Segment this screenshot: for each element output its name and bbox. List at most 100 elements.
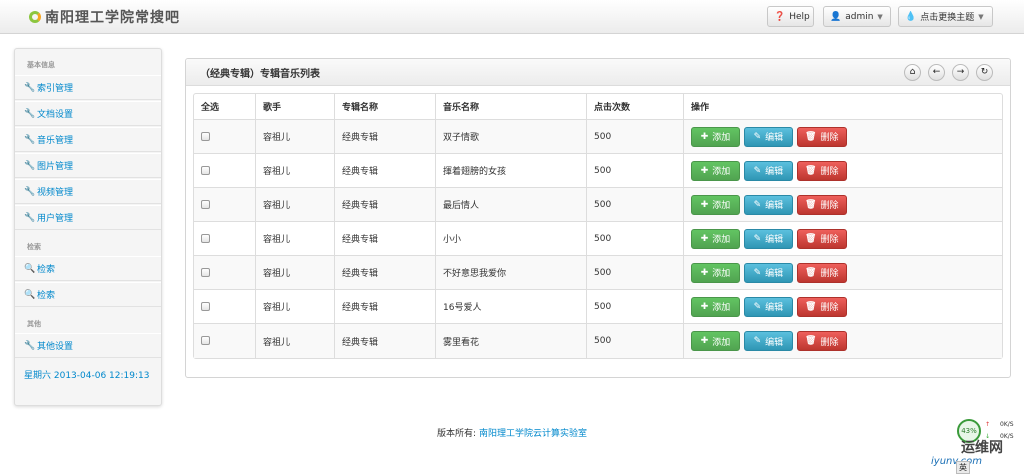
arrow-right-icon[interactable]: → [952, 64, 969, 81]
sidebar-item-label: 其他设置 [37, 342, 74, 352]
delete-button[interactable]: 🗑 删除 [796, 228, 847, 249]
col-singer: 歌手 [256, 94, 335, 120]
row-select-cell [194, 290, 256, 324]
col-actions: 操作 [684, 94, 1002, 120]
ime-indicator[interactable]: 英 [956, 461, 970, 474]
singer-cell: 容祖儿 [256, 188, 335, 222]
edit-button[interactable]: ✎ 编辑 [743, 262, 793, 283]
sidebar-item-label: 用户管理 [37, 214, 74, 224]
add-label: 添加 [712, 269, 731, 279]
footer-link[interactable]: 南阳理工学院云计算实验室 [479, 429, 587, 439]
delete-label: 删除 [820, 303, 839, 313]
clicks-cell: 500 [587, 222, 684, 256]
user-menu-button[interactable]: 👤 admin ▼ [823, 6, 891, 27]
delete-label: 删除 [820, 133, 839, 143]
trash-icon: 🗑 [805, 233, 817, 244]
plus-icon: ✚ [700, 165, 709, 176]
delete-button[interactable]: 🗑 删除 [796, 126, 847, 147]
singer-cell: 容祖儿 [256, 256, 335, 290]
trash-icon: 🗑 [805, 199, 817, 210]
clicks-cell: 500 [587, 256, 684, 290]
wrench-icon: 🔧 [24, 160, 36, 171]
row-checkbox[interactable] [201, 336, 210, 345]
refresh-icon[interactable]: ↻ [976, 64, 993, 81]
row-checkbox[interactable] [201, 233, 210, 243]
sidebar-item-other-settings[interactable]: 🔧 其他设置 [15, 333, 161, 358]
singer-cell: 容祖儿 [256, 324, 335, 358]
actions-cell: ✚ 添加 ✎ 编辑 🗑 删除 [684, 154, 1002, 188]
row-select-cell [194, 120, 256, 154]
actions-cell: ✚ 添加 ✎ 编辑 🗑 删除 [684, 188, 1002, 222]
edit-icon: ✎ [753, 131, 762, 142]
add-button[interactable]: ✚ 添加 [691, 126, 740, 147]
edit-button[interactable]: ✎ 编辑 [743, 296, 793, 317]
theme-menu-button[interactable]: 💧 点击更换主题 ▼ [898, 6, 993, 27]
delete-button[interactable]: 🗑 删除 [796, 160, 847, 181]
row-checkbox[interactable] [201, 267, 210, 277]
clicks-cell: 500 [587, 120, 684, 154]
trash-icon: 🗑 [805, 267, 817, 278]
help-button[interactable]: ❓ Help [767, 6, 814, 27]
sidebar-item-docs[interactable]: 🔧 文档设置 [15, 101, 161, 126]
add-button[interactable]: ✚ 添加 [691, 228, 740, 249]
edit-icon: ✎ [753, 165, 762, 176]
trash-icon: 🗑 [805, 165, 817, 176]
delete-button[interactable]: 🗑 删除 [796, 296, 847, 317]
row-checkbox[interactable] [201, 301, 210, 311]
row-checkbox[interactable] [201, 199, 210, 209]
actions-cell: ✚ 添加 ✎ 编辑 🗑 删除 [684, 324, 1002, 358]
sidebar-item-images[interactable]: 🔧 图片管理 [15, 153, 161, 178]
watermark-logo: 运维网 [961, 440, 1003, 456]
song-cell: 雾里看花 [436, 324, 587, 358]
nav-header-search: 检索 [27, 243, 41, 251]
add-label: 添加 [712, 167, 731, 177]
album-cell: 经典专辑 [335, 290, 436, 324]
sidebar-item-users[interactable]: 🔧 用户管理 [15, 205, 161, 230]
add-button[interactable]: ✚ 添加 [691, 331, 740, 351]
brand[interactable]: 南阳理工学院常搜吧 [29, 7, 180, 27]
add-button[interactable]: ✚ 添加 [691, 160, 740, 181]
home-icon[interactable]: ⌂ [904, 64, 921, 81]
panel-title: （经典专辑）专辑音乐列表 [200, 69, 320, 80]
singer-cell: 容祖儿 [256, 120, 335, 154]
edit-button[interactable]: ✎ 编辑 [743, 331, 793, 351]
delete-label: 删除 [820, 235, 839, 245]
edit-label: 编辑 [765, 269, 784, 279]
sidebar-item-index[interactable]: 🔧 索引管理 [15, 75, 161, 100]
footer-prefix: 版本所有: [437, 429, 477, 439]
music-list-panel: （经典专辑）专辑音乐列表 ⌂ ← → ↻ 全选 歌手 专辑名称 音乐名称 点击次… [185, 58, 1011, 378]
edit-button[interactable]: ✎ 编辑 [743, 228, 793, 249]
upload-arrow-icon: ↑ [985, 421, 991, 428]
nav-header-other: 其他 [27, 320, 41, 328]
edit-icon: ✎ [753, 336, 762, 346]
sidebar-item-search-2[interactable]: 🔍 检索 [15, 282, 161, 307]
album-cell: 经典专辑 [335, 188, 436, 222]
trash-icon: 🗑 [805, 336, 817, 346]
sidebar-item-label: 检索 [37, 291, 56, 301]
arrow-left-icon[interactable]: ← [928, 64, 945, 81]
add-button[interactable]: ✚ 添加 [691, 296, 740, 317]
edit-button[interactable]: ✎ 编辑 [743, 160, 793, 181]
add-button[interactable]: ✚ 添加 [691, 262, 740, 283]
clicks-cell: 500 [587, 324, 684, 358]
edit-button[interactable]: ✎ 编辑 [743, 194, 793, 215]
song-cell: 最后情人 [436, 188, 587, 222]
album-cell: 经典专辑 [335, 120, 436, 154]
row-checkbox[interactable] [201, 131, 210, 141]
edit-button[interactable]: ✎ 编辑 [743, 126, 793, 147]
table-row: 容祖儿 经典专辑 双子情歌 500 ✚ 添加 ✎ 编辑 🗑 删除 [194, 120, 1002, 154]
sidebar-item-search-1[interactable]: 🔍 检索 [15, 256, 161, 281]
delete-button[interactable]: 🗑 删除 [796, 262, 847, 283]
table-header-row: 全选 歌手 专辑名称 音乐名称 点击次数 操作 [194, 94, 1002, 120]
table-row: 容祖儿 经典专辑 揮着翅膀的女孩 500 ✚ 添加 ✎ 编辑 🗑 删除 [194, 154, 1002, 188]
add-button[interactable]: ✚ 添加 [691, 194, 740, 215]
delete-label: 删除 [820, 337, 839, 348]
sidebar-item-video[interactable]: 🔧 视频管理 [15, 179, 161, 204]
plus-icon: ✚ [700, 301, 709, 312]
edit-icon: ✎ [753, 199, 762, 210]
sidebar-item-music[interactable]: 🔧 音乐管理 [15, 127, 161, 152]
col-select-all[interactable]: 全选 [194, 94, 256, 120]
delete-button[interactable]: 🗑 删除 [796, 194, 847, 215]
delete-button[interactable]: 🗑 删除 [796, 331, 847, 351]
row-checkbox[interactable] [201, 165, 210, 175]
